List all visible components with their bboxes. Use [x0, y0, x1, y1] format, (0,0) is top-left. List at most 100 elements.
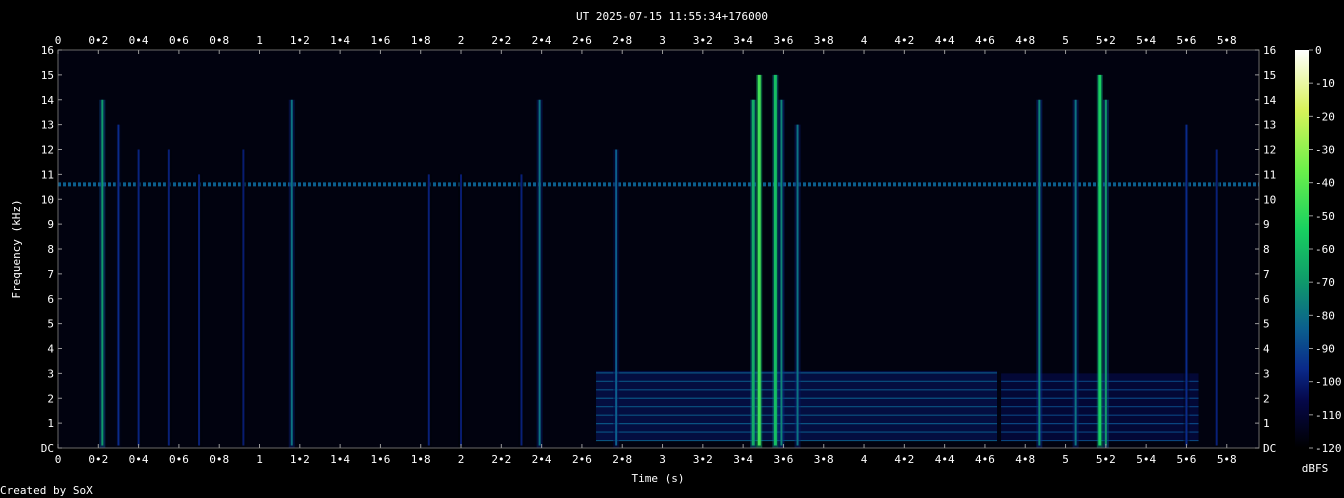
- colorbar-tick-label: -90: [1315, 343, 1335, 356]
- x-tick-label: 1•2: [290, 34, 310, 47]
- y-tick-label: 6: [1263, 293, 1270, 306]
- x-tick-label: 1•6: [370, 34, 390, 47]
- colorbar: [1295, 50, 1309, 448]
- x-tick-label: 3: [659, 453, 666, 466]
- x-tick-label: 0•8: [209, 34, 229, 47]
- click-transient: [458, 174, 465, 448]
- x-tick-label: 2•8: [612, 34, 632, 47]
- y-tick-label: 11: [1263, 168, 1276, 181]
- x-tick-label: 5•2: [1096, 453, 1116, 466]
- x-tick-label: 4•6: [975, 453, 995, 466]
- colorbar-label: dBFS: [1302, 462, 1329, 475]
- x-tick-label: 4•2: [894, 34, 914, 47]
- click-transient: [1072, 99, 1079, 448]
- y-tick-label: 4: [1263, 343, 1270, 356]
- x-tick-label: 1: [256, 34, 263, 47]
- click-transient: [425, 174, 432, 448]
- click-transient: [613, 149, 620, 448]
- y-tick-label: 15: [1263, 69, 1276, 82]
- x-axis-label: Time (s): [632, 472, 685, 484]
- footer-credit: Created by SoX: [0, 484, 93, 497]
- x-tick-label: 4•8: [1015, 453, 1035, 466]
- x-tick-label: 4•6: [975, 34, 995, 47]
- x-tick-label: 4•2: [894, 453, 914, 466]
- click-transient: [196, 174, 203, 448]
- click-transient: [794, 124, 801, 448]
- y-tick-label: 15: [41, 69, 54, 82]
- x-tick-label: 3•6: [773, 453, 793, 466]
- y-tick-label: 14: [1263, 94, 1277, 107]
- click-transient: [778, 99, 785, 448]
- y-tick-label: 2: [1263, 392, 1270, 405]
- y-tick-label: 9: [1263, 218, 1270, 231]
- x-tick-label: 4: [861, 34, 868, 47]
- x-tick-label: 2: [458, 34, 465, 47]
- colorbar-tick-label: -70: [1315, 276, 1335, 289]
- x-tick-label: 2: [458, 453, 465, 466]
- click-transient: [165, 149, 172, 448]
- x-tick-label: 3•8: [814, 453, 834, 466]
- y-tick-label: 7: [47, 268, 54, 281]
- x-tick-label: 1•8: [411, 453, 431, 466]
- x-tick-label: 5•6: [1177, 34, 1197, 47]
- colorbar-tick-label: -30: [1315, 144, 1335, 157]
- y-tick-label: 9: [47, 218, 54, 231]
- x-tick-label: 1•2: [290, 453, 310, 466]
- spectrogram-chart: UT 2025-07-15 11:55:34+176000 0 0•2 0•4 0•6…: [10, 10, 1342, 484]
- y-tick-label: 8: [47, 243, 54, 256]
- x-tick-label: 5•8: [1217, 34, 1237, 47]
- click-transient: [1102, 99, 1109, 448]
- x-tick-label: 0•4: [129, 453, 149, 466]
- y-tick-label: 16: [41, 44, 54, 57]
- y-tick-label: 12: [41, 144, 54, 157]
- y-tick-label: 3: [47, 367, 54, 380]
- y-tick-label: 7: [1263, 268, 1270, 281]
- x-tick-label: 5: [1062, 453, 1069, 466]
- x-tick-label: 0•4: [129, 34, 149, 47]
- x-tick-label: 1•8: [411, 34, 431, 47]
- colorbar-ticks: 0 -10 -20 -30 -40 -50 -60 -70 -80 -90 -100 -110 -120: [1309, 44, 1342, 455]
- x-tick-label: 1: [256, 453, 263, 466]
- colorbar-tick-label: -40: [1315, 177, 1335, 190]
- click-transient: [772, 74, 779, 448]
- x-tick-label: 5: [1062, 34, 1069, 47]
- click-transient: [536, 99, 543, 448]
- x-tick-label: 3•4: [733, 453, 753, 466]
- x-tick-label: 0: [55, 34, 62, 47]
- click-transient: [518, 174, 525, 448]
- colorbar-tick-label: -80: [1315, 309, 1335, 322]
- x-tick-label: 0•6: [169, 34, 189, 47]
- y-tick-label: 4: [47, 343, 54, 356]
- x-tick-label: 3•2: [693, 453, 713, 466]
- x-tick-label: 0•8: [209, 453, 229, 466]
- y-tick-label: 5: [47, 318, 54, 331]
- colorbar-tick-label: -10: [1315, 77, 1335, 90]
- x-tick-label: 2•4: [532, 34, 552, 47]
- y-tick-label: 10: [41, 193, 54, 206]
- y-tick-label: 13: [41, 119, 54, 132]
- colorbar-tick-label: -60: [1315, 243, 1335, 256]
- x-tick-label: 5•4: [1136, 453, 1156, 466]
- y-tick-label: 16: [1263, 44, 1276, 57]
- click-transient: [240, 149, 247, 448]
- x-tick-label: 2•6: [572, 34, 592, 47]
- x-tick-label: 5•4: [1136, 34, 1156, 47]
- y-axis-label: Frequency (kHz): [10, 199, 23, 298]
- y-tick-label: 1: [47, 417, 54, 430]
- click-transient: [756, 74, 763, 448]
- colorbar-tick-label: 0: [1315, 44, 1322, 57]
- y-tick-label: 10: [1263, 193, 1276, 206]
- x-tick-label: 0•2: [88, 34, 108, 47]
- y-tick-label: DC: [41, 442, 54, 455]
- x-tick-label: 2•2: [491, 453, 511, 466]
- x-tick-label: 3•8: [814, 34, 834, 47]
- y-tick-label: 2: [47, 392, 54, 405]
- x-tick-label: 2•4: [532, 453, 552, 466]
- click-transient: [135, 149, 142, 448]
- y-tick-label: 14: [41, 94, 55, 107]
- y-tick-label: 5: [1263, 318, 1270, 331]
- y-tick-label: 1: [1263, 417, 1270, 430]
- click-transient: [1036, 99, 1043, 448]
- x-tick-label: 3•4: [733, 34, 753, 47]
- y-tick-label: 6: [47, 293, 54, 306]
